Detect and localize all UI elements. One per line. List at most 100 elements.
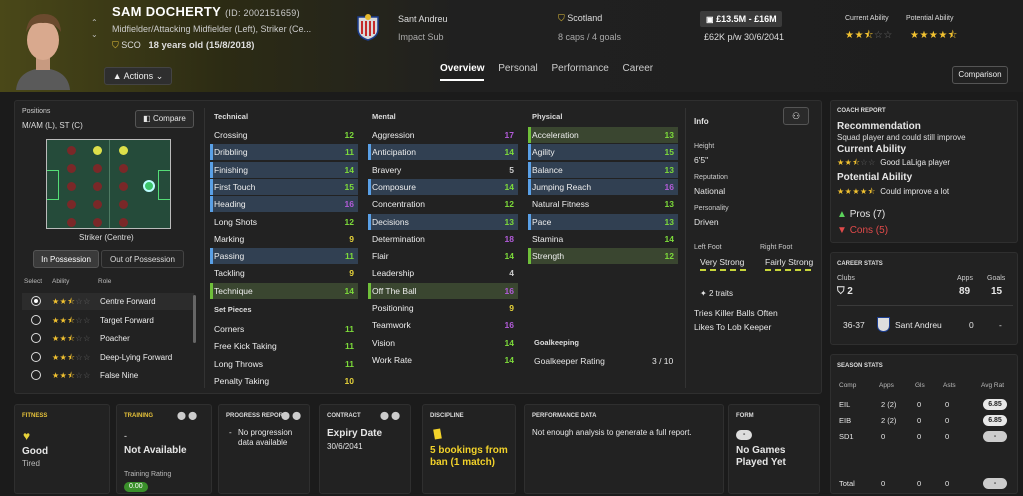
attr-name: Aggression: [372, 130, 415, 140]
attr-value: 14: [664, 233, 674, 244]
height-value: 6'5": [694, 155, 709, 165]
club-badge-icon: [877, 317, 890, 332]
attr-value: 14: [504, 181, 514, 192]
role-row[interactable]: ★★⯪☆☆ False Nine: [22, 367, 194, 384]
traits-count[interactable]: ✦ 2 traits: [700, 289, 733, 298]
setpieces-attr-row: Corners 11: [210, 321, 358, 337]
role-radio[interactable]: [31, 351, 41, 362]
pitch-position-dot[interactable]: [93, 182, 102, 191]
out-of-possession-tab[interactable]: Out of Possession: [101, 250, 184, 268]
mental-attr-row: Work Rate 14: [368, 352, 518, 368]
chevron-down-icon: ⌄: [155, 71, 164, 81]
personality-label: Personality: [694, 205, 729, 212]
goalkeeper-rating-value: 3 / 10: [652, 356, 674, 366]
fitness-value: Good: [22, 446, 49, 457]
pitch-position-dot[interactable]: [67, 164, 76, 173]
nation-flag-icon: ⛉: [112, 40, 119, 50]
role-name: Centre Forward: [100, 297, 156, 306]
season-cell: Total: [839, 479, 855, 488]
player-nav-arrows[interactable]: ⌃ ⌄: [91, 17, 98, 41]
role-row[interactable]: ★★⯪☆☆ Target Forward: [22, 312, 194, 329]
technical-attr-row: Heading 16: [210, 196, 358, 213]
pitch-position-dot[interactable]: [93, 218, 102, 227]
season-cell: EIB: [839, 416, 852, 425]
attr-name: Marking: [214, 233, 245, 244]
role-row[interactable]: ★★⯪☆☆ Deep-Lying Forward: [22, 349, 194, 366]
setpieces-attr-row: Long Throws 11: [210, 356, 358, 372]
pitch-position-dot[interactable]: [93, 146, 102, 155]
info-toggle-icon[interactable]: ⚇: [783, 107, 809, 125]
cons-link[interactable]: ▼ Cons (5): [837, 225, 888, 236]
pitch-position-dot[interactable]: [119, 164, 128, 173]
tab-performance[interactable]: Performance: [552, 63, 609, 74]
pitch-position-dot[interactable]: [143, 180, 155, 192]
attr-value: 11: [345, 324, 354, 334]
club-badge-icon[interactable]: [356, 13, 380, 41]
attr-value: 4: [509, 268, 514, 279]
fitness-sub: Tired: [22, 459, 40, 468]
fitness-panel[interactable]: FITNESS ♥ Good Tired: [14, 404, 110, 494]
role-radio[interactable]: [31, 370, 41, 380]
progress-panel[interactable]: PROGRESS REPORT ⬤ ⬤ - No progression dat…: [218, 404, 310, 494]
attr-value: 11: [345, 251, 354, 262]
performance-data-panel[interactable]: PERFORMANCE DATA Not enough analysis to …: [524, 404, 724, 494]
tab-personal[interactable]: Personal: [498, 63, 537, 74]
pitch-position-dot[interactable]: [93, 200, 102, 209]
technical-attr-row: Long Shots 12: [210, 214, 358, 230]
role-row[interactable]: ★★⯪☆☆ Centre Forward: [22, 293, 194, 310]
recommendation-title: Recommendation: [837, 121, 921, 132]
training-panel[interactable]: TRAINING ⬤ ⬤ - Not Available Training Ra…: [116, 404, 212, 494]
season-stats-panel: SEASON STATS Comp Apps Gls Asts Avg Rat EIL 2 …: [830, 354, 1018, 494]
pitch-position-dot[interactable]: [67, 146, 76, 155]
pitch-position-dot[interactable]: [119, 182, 128, 191]
goals-label: Goals: [987, 275, 1006, 282]
wage-contract: £62K p/w 30/6/2041: [704, 32, 785, 42]
setpieces-attr-row: Penalty Taking 10: [210, 373, 358, 389]
pitch-position-dot[interactable]: [67, 218, 76, 227]
compare-button[interactable]: ◧ Compare: [135, 110, 194, 128]
club-name[interactable]: Sant Andreu: [398, 14, 448, 24]
pros-link[interactable]: ▲ Pros (7): [837, 209, 885, 220]
form-panel[interactable]: FORM - No Games Played Yet: [728, 404, 820, 494]
attr-name: First Touch: [214, 181, 256, 192]
career-row-club[interactable]: Sant Andreu: [895, 320, 942, 330]
pitch-position-dot[interactable]: [119, 218, 128, 227]
trait-item: Tries Killer Balls Often: [694, 308, 778, 318]
tab-overview[interactable]: Overview: [440, 63, 485, 81]
role-radio[interactable]: [31, 333, 41, 343]
actions-button[interactable]: ▲ Actions ⌄: [104, 67, 172, 85]
discipline-title: DISCIPLINE: [430, 413, 464, 419]
mental-attr-row: Decisions 13: [368, 213, 518, 230]
shield-icon: ⛉: [837, 286, 845, 297]
attr-value: 13: [664, 216, 674, 227]
attr-name: Agility: [532, 147, 555, 158]
role-radio[interactable]: [31, 296, 41, 306]
physical-title: Physical: [532, 112, 563, 121]
attr-value: 13: [664, 130, 674, 140]
role-stars: ★★⯪☆☆: [52, 315, 91, 325]
toggle-dots-icon: ⬤ ⬤: [177, 411, 198, 420]
discipline-panel[interactable]: DISCIPLINE 5 bookings from ban (1 match): [422, 404, 516, 494]
technical-attr-row: Tackling 9: [210, 265, 358, 281]
pitch-position-dot[interactable]: [67, 182, 76, 191]
coach-pa-row: ★★★★⯪ Could improve a lot: [837, 187, 950, 196]
value-icon: ▣: [706, 15, 714, 24]
role-radio[interactable]: [31, 314, 41, 325]
pitch-position-dot[interactable]: [119, 146, 128, 155]
pitch-position-dot[interactable]: [93, 164, 102, 173]
comparison-button[interactable]: Comparison: [952, 66, 1008, 84]
in-possession-tab[interactable]: In Possession: [33, 250, 99, 268]
pitch-position-dot[interactable]: [67, 200, 76, 209]
season-cell: 0: [917, 416, 922, 425]
physical-attr-row: Strength 12: [528, 248, 678, 265]
roles-scrollbar[interactable]: [193, 295, 196, 343]
technical-title: Technical: [214, 112, 249, 121]
pitch-position-dot[interactable]: [119, 200, 128, 209]
tab-career[interactable]: Career: [623, 63, 654, 74]
attr-name: Natural Fitness: [532, 199, 590, 210]
attr-value: 14: [504, 251, 514, 262]
contract-panel[interactable]: CONTRACT ⬤ ⬤ Expiry Date 30/6/2041: [319, 404, 411, 494]
attr-value: 14: [344, 285, 354, 296]
mental-attr-row: Flair 14: [368, 248, 518, 264]
role-row[interactable]: ★★⯪☆☆ Poacher: [22, 330, 194, 347]
